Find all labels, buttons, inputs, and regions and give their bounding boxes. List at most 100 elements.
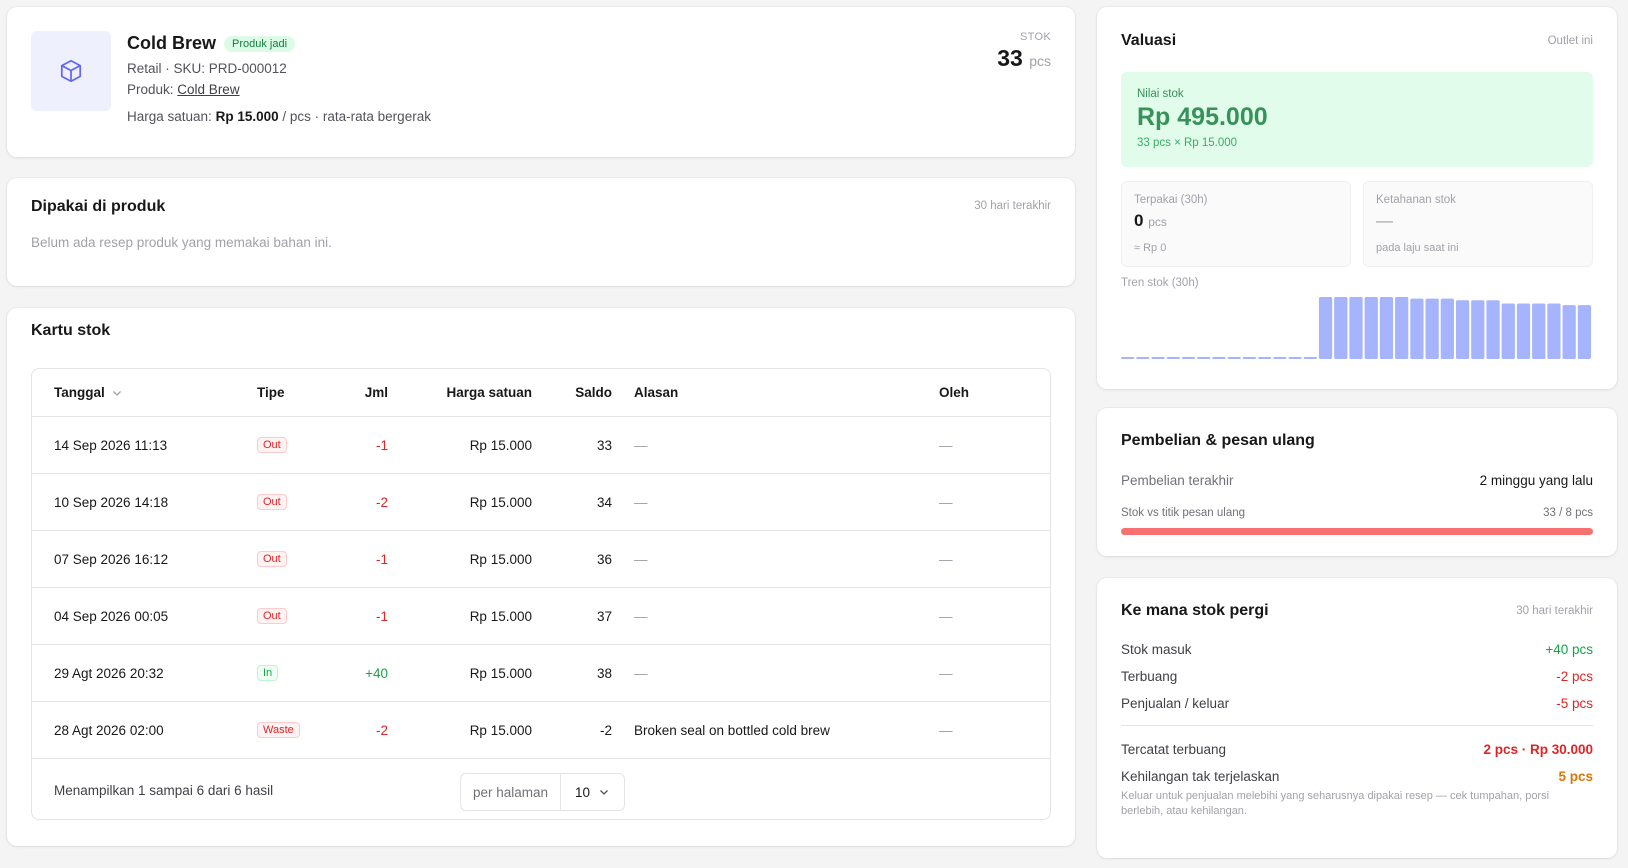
reorder-row: Stok vs titik pesan ulang 33 / 8 pcs (1121, 507, 1593, 519)
row-reason: — (634, 608, 648, 624)
reorder-label: Stok vs titik pesan ulang (1121, 507, 1246, 519)
stock-value-formula: 33 pcs × Rp 15.000 (1137, 137, 1238, 149)
row-price: Rp 15.000 (469, 722, 532, 738)
cube-icon (31, 31, 111, 111)
valuation-title: Valuasi (1121, 32, 1177, 49)
stock-value-amount: Rp 495.000 (1137, 103, 1268, 131)
row-price: Rp 15.000 (469, 494, 532, 510)
trend-bar (1547, 303, 1561, 359)
chevron-down-icon (600, 790, 608, 795)
last-purchase-value: 2 minggu yang lalu (1479, 473, 1593, 488)
row-type-badge: Out (257, 551, 287, 567)
stock-value-box: Nilai stok Rp 495.000 33 pcs × Rp 15.000 (1121, 72, 1593, 167)
used-30d-unit: pcs (1148, 215, 1167, 229)
column-date-sort[interactable]: Tanggal (54, 369, 123, 416)
trend-bar (1349, 297, 1363, 359)
row-price: Rp 15.000 (469, 665, 532, 681)
waste-row: Terbuang -2 pcs (1121, 669, 1593, 684)
row-reason: Broken seal on bottled cold brew (634, 722, 830, 738)
per-page-value: 10 (575, 784, 591, 800)
row-type-badge: Out (257, 437, 287, 453)
waste-value: -2 pcs (1556, 669, 1593, 684)
trend-bar (1121, 357, 1135, 359)
purchase-title: Pembelian & pesan ulang (1121, 432, 1315, 449)
trend-bar (1212, 357, 1226, 359)
trend-bar (1288, 357, 1302, 359)
used-30d-box: Terpakai (30h) 0 pcs ≈ Rp 0 (1121, 181, 1351, 267)
stock-in-row: Stok masuk +40 pcs (1121, 642, 1593, 657)
row-reason: — (634, 494, 648, 510)
product-meta: Retail · SKU: PRD-000012 (127, 61, 287, 76)
product-link-prefix: Produk: (127, 82, 174, 97)
trend-bar (1273, 357, 1287, 359)
column-balance: Saldo (575, 385, 612, 400)
row-by: — (939, 494, 953, 510)
purchase-card: Pembelian & pesan ulang Pembelian terakh… (1097, 408, 1617, 556)
trend-bar (1532, 303, 1546, 359)
row-reason: — (634, 665, 648, 681)
trend-bar (1486, 300, 1500, 359)
per-page-value-button[interactable]: 10 (561, 774, 624, 810)
row-price: Rp 15.000 (469, 437, 532, 453)
row-balance: -2 (599, 722, 612, 738)
unexplained-loss-note: Keluar untuk penjualan melebihi yang seh… (1121, 790, 1550, 817)
trend-bar (1425, 298, 1439, 359)
row-by: — (939, 608, 953, 624)
unit-price-suffix: / pcs · rata-rata bergerak (282, 109, 431, 124)
row-balance: 33 (596, 437, 612, 453)
trend-bar (1227, 357, 1241, 359)
stock-in-label: Stok masuk (1121, 642, 1192, 657)
stock-label: STOK (1020, 31, 1051, 43)
row-price: Rp 15.000 (469, 608, 532, 624)
column-by: Oleh (939, 385, 970, 400)
column-type: Tipe (257, 385, 285, 400)
table-row: 07 Sep 2026 16:12 Out -1 Rp 15.000 36 — — (32, 531, 1050, 588)
stock-summary: STOK 33 pcs (997, 31, 1051, 72)
row-balance: 34 (596, 494, 612, 510)
reorder-progress-bar (1121, 528, 1593, 535)
stock-trend-chart (1121, 297, 1591, 359)
per-page-label: per halaman (461, 774, 561, 810)
table-row: 14 Sep 2026 11:13 Out -1 Rp 15.000 33 — — (32, 417, 1050, 474)
recorded-waste-value: 2 pcs · Rp 30.000 (1483, 742, 1593, 757)
used-30d-label: Terpakai (30h) (1134, 194, 1208, 206)
per-page-select[interactable]: per halaman 10 (460, 773, 625, 811)
results-count: Menampilkan 1 sampai 6 dari 6 hasil (54, 783, 274, 798)
trend-bar (1395, 297, 1409, 359)
stock-value-label: Nilai stok (1137, 88, 1184, 100)
trend-bar (1440, 298, 1454, 359)
table-row: 10 Sep 2026 14:18 Out -2 Rp 15.000 34 — — (32, 474, 1050, 531)
unexplained-loss-label: Kehilangan tak terjelaskan (1121, 769, 1280, 784)
column-qty: Jml (364, 385, 388, 400)
row-date: 29 Agt 2026 20:32 (54, 665, 164, 681)
unexplained-loss-value: 5 pcs (1558, 769, 1593, 784)
row-date: 10 Sep 2026 14:18 (54, 494, 169, 510)
used-30d-value: 0 (1134, 211, 1144, 230)
valuation-scope: Outlet ini (1547, 35, 1593, 47)
trend-bar (1455, 300, 1470, 359)
unit-price-value: Rp 15.000 (215, 109, 279, 124)
stock-value: 33 (997, 45, 1023, 71)
row-qty: -1 (375, 551, 388, 567)
row-date: 28 Agt 2026 02:00 (54, 722, 164, 738)
stock-table: Tanggal Tipe Jml Harga satuan Saldo Alas… (31, 368, 1051, 820)
endurance-value: — (1376, 211, 1393, 230)
trend-bar (1577, 305, 1591, 359)
recorded-waste-row: Tercatat terbuang 2 pcs · Rp 30.000 (1121, 742, 1593, 757)
stock-flow-title: Ke mana stok pergi (1121, 602, 1269, 619)
column-date: Tanggal (54, 385, 105, 400)
product-name: Cold Brew (127, 33, 217, 53)
trend-bar (1318, 297, 1333, 359)
product-header-card: Cold Brew Produk jadi Retail · SKU: PRD-… (7, 7, 1075, 157)
stock-card: Kartu stok Tanggal Tipe Jml Harga satuan… (7, 308, 1075, 846)
product-link[interactable]: Cold Brew (177, 82, 239, 97)
row-date: 14 Sep 2026 11:13 (54, 437, 168, 453)
row-by: — (939, 551, 953, 567)
used-30d-money: ≈ Rp 0 (1134, 242, 1167, 254)
row-balance: 37 (596, 608, 612, 624)
table-row: 29 Agt 2026 20:32 In +40 Rp 15.000 38 — — (32, 645, 1050, 702)
product-type-badge: Produk jadi (224, 35, 296, 52)
used-title: Dipakai di produk (31, 198, 166, 215)
used-period: 30 hari terakhir (974, 200, 1051, 212)
trend-bar (1471, 300, 1485, 359)
